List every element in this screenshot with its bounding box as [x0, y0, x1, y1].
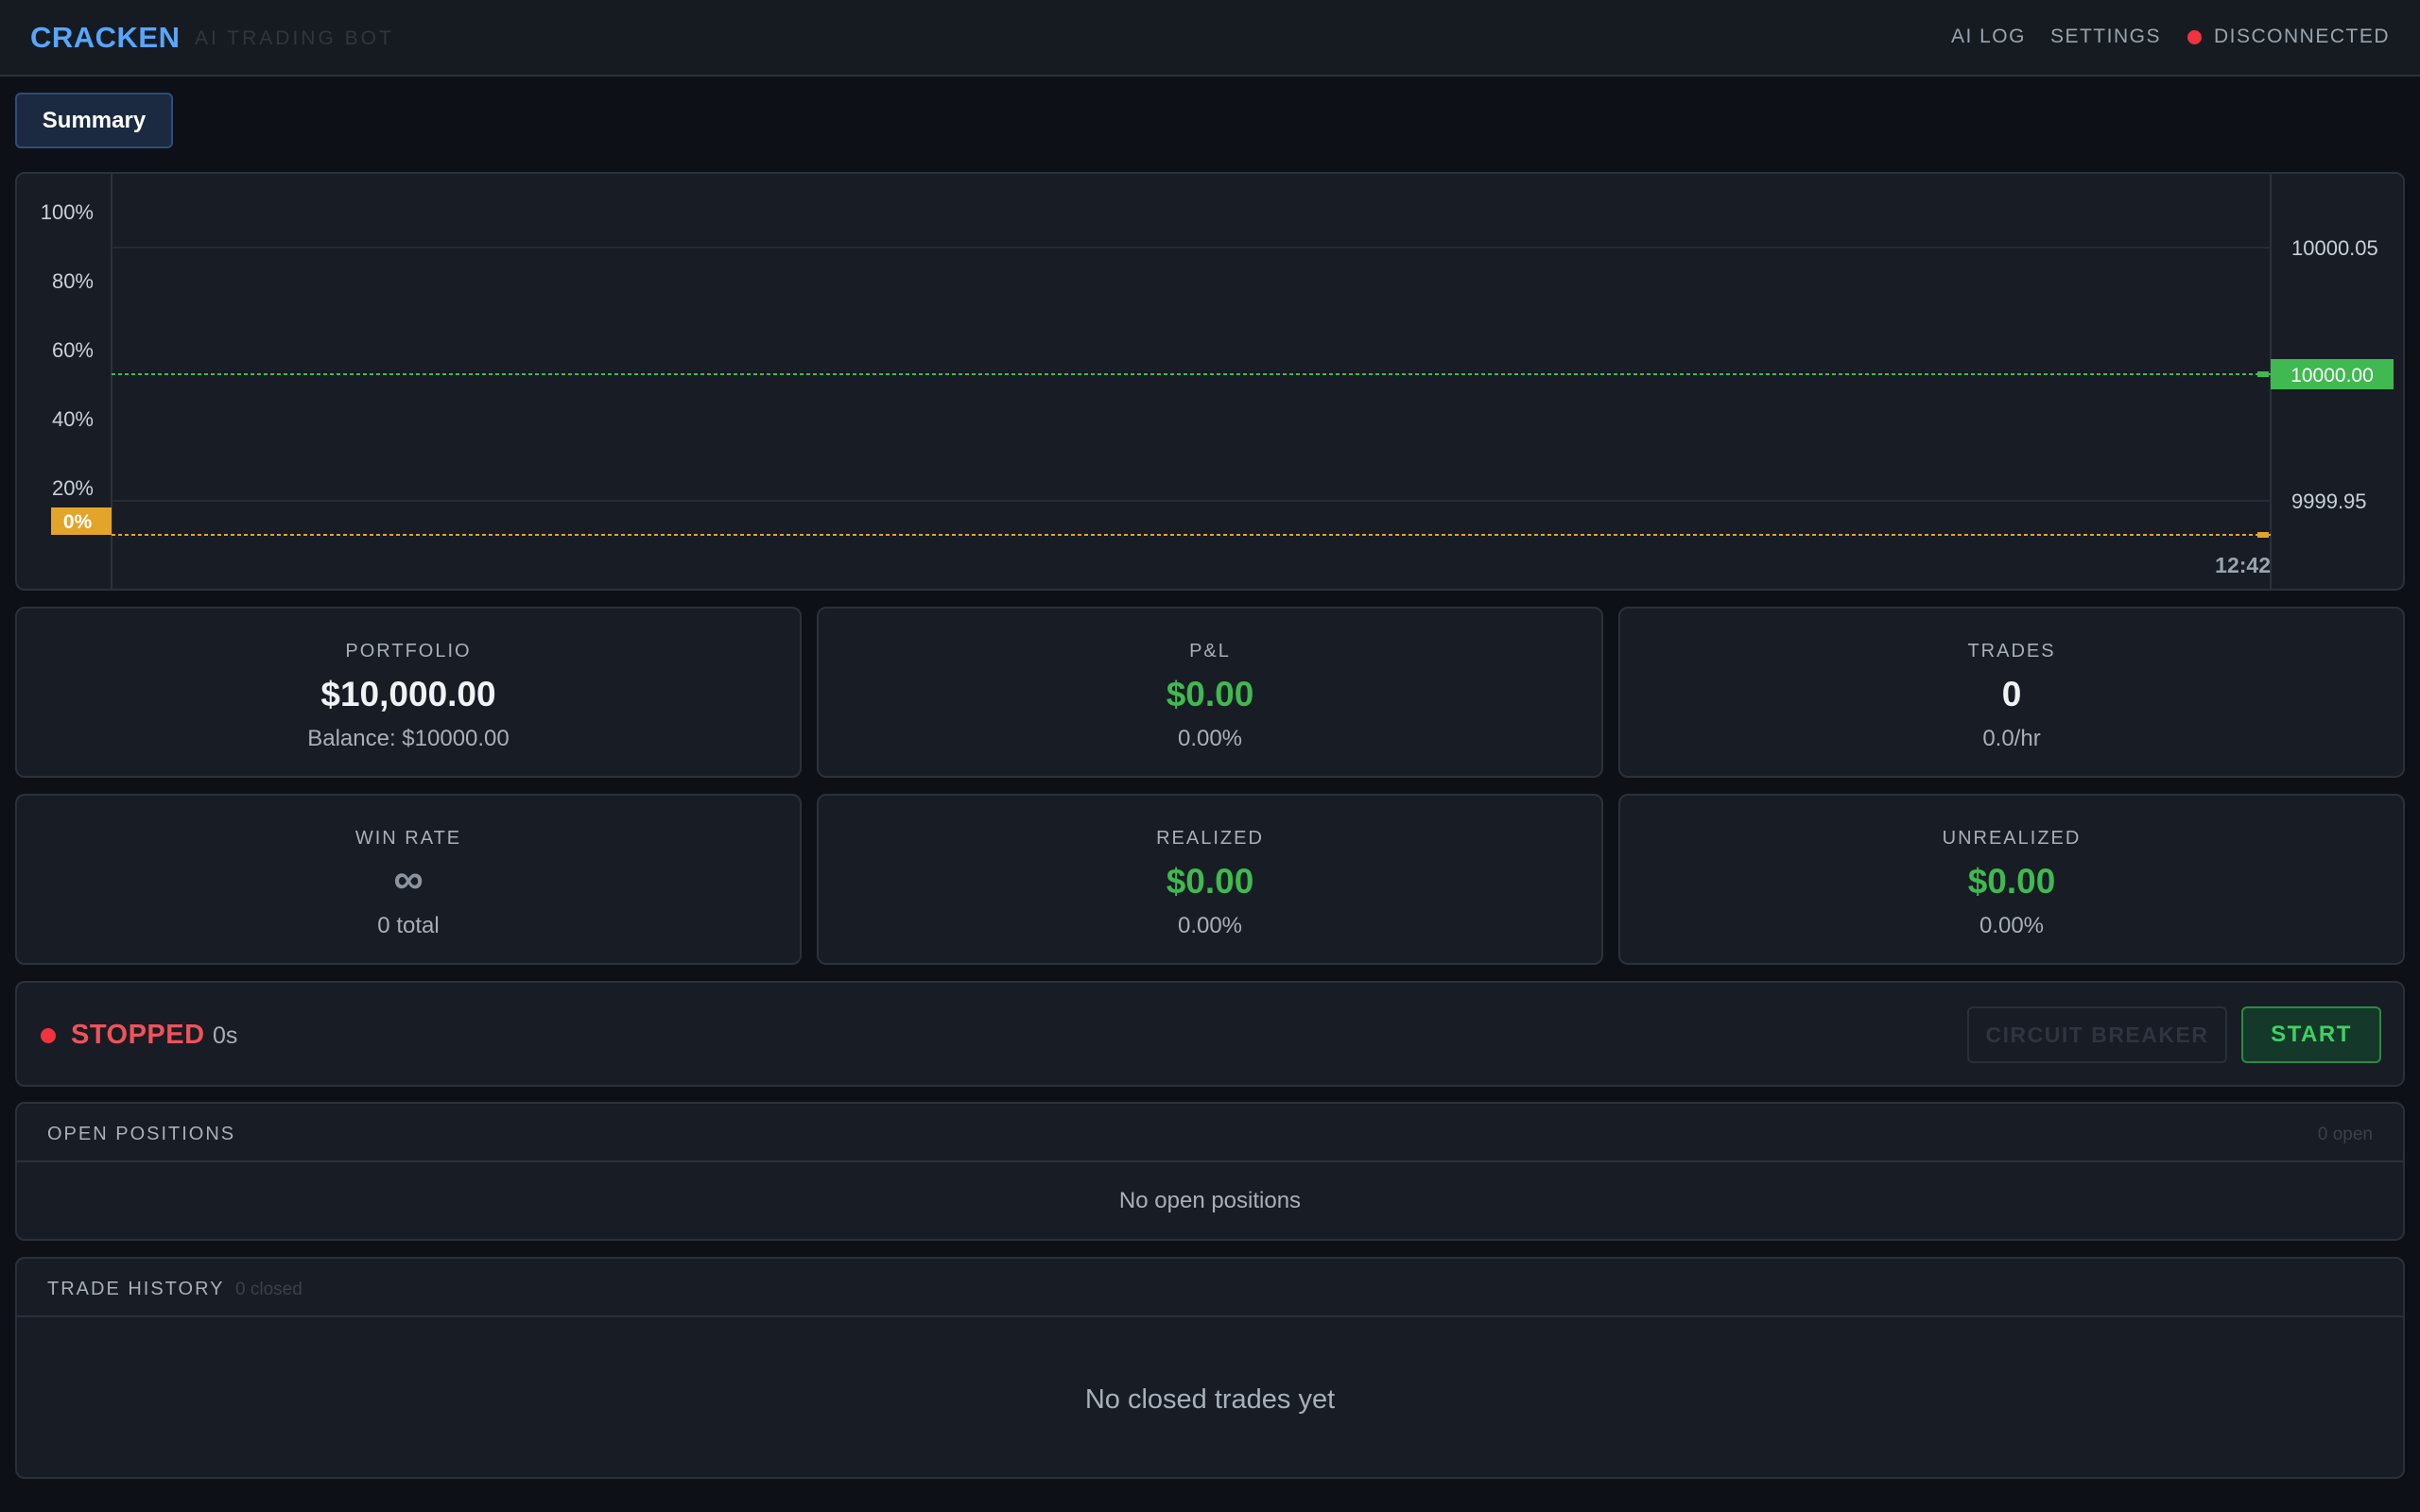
uptime: 0s	[213, 1022, 238, 1049]
chart-canvas: 10000.05 9999.95 100% 80% 60% 40% 20% 10000.00 0…	[41, 174, 2394, 589]
portfolio-balance: Balance: $10000.00	[307, 726, 510, 751]
realized-percent: 0.00%	[1177, 913, 1243, 938]
top-nav: AI LOG SETTINGS DISCONNECTED	[1951, 26, 2390, 48]
realized-value: $0.00	[1166, 862, 1254, 901]
pnl-percent: 0.00%	[1177, 726, 1243, 751]
trade-history-empty: No closed trades yet	[1084, 1384, 1336, 1415]
portfolio-current-tag-text: 10000.00	[2290, 365, 2374, 387]
portfolio-card: PORTFOLIO $10,000.00 Balance: $10000.00	[15, 607, 802, 778]
tab-summary[interactable]: Summary	[15, 93, 173, 148]
top-bar: CRACKEN AI TRADING BOT AI LOG SETTINGS D…	[0, 0, 2420, 77]
trade-history-count: 0 closed	[235, 1280, 302, 1299]
connection-status-text: DISCONNECTED	[2213, 26, 2390, 47]
trade-history-title: TRADE HISTORY	[47, 1279, 225, 1299]
unrealized-percent: 0.00%	[1979, 913, 2045, 938]
left-axis-tick: 80%	[52, 269, 94, 293]
open-positions-empty: No open positions	[1118, 1188, 1302, 1213]
status-dot-icon	[41, 1028, 56, 1043]
pnl-value: $0.00	[1166, 675, 1254, 713]
open-positions-count: 0 open	[2317, 1125, 2373, 1144]
app-subtitle: AI TRADING BOT	[195, 27, 394, 49]
portfolio-chart[interactable]: 10000.05 9999.95 100% 80% 60% 40% 20% 10000.00 0…	[15, 172, 2405, 591]
connection-status-dot-icon	[2187, 29, 2202, 44]
win-rate-value: ∞	[393, 856, 424, 902]
open-positions-panel: OPEN POSITIONS 0 open No open positions	[15, 1102, 2405, 1241]
portfolio-value: $10,000.00	[320, 675, 496, 713]
portfolio-end-marker	[2257, 371, 2269, 377]
win-rate-label: WIN RATE	[354, 828, 462, 849]
unrealized-card: UNREALIZED $0.00 0.00%	[1618, 794, 2405, 965]
trades-value: 0	[2001, 675, 2022, 713]
pnl-card: P&L $0.00 0.00%	[817, 607, 1603, 778]
realized-card: REALIZED $0.00 0.00%	[817, 794, 1603, 965]
left-axis-tick: 100%	[41, 200, 94, 224]
start-button[interactable]: START	[2241, 1006, 2381, 1063]
exposure-current-tag-text: 0%	[63, 511, 93, 533]
unrealized-label: UNREALIZED	[1942, 828, 2082, 849]
right-axis-tick: 9999.95	[2291, 490, 2367, 513]
win-rate-card: WIN RATE ∞ 0 total	[15, 794, 802, 965]
trade-history-panel: TRADE HISTORY 0 closed No closed trades …	[15, 1257, 2405, 1479]
open-positions-title: OPEN POSITIONS	[47, 1124, 236, 1144]
left-axis-tick: 40%	[52, 407, 94, 431]
settings-link[interactable]: SETTINGS	[2050, 26, 2161, 48]
trades-rate: 0.0/hr	[1982, 726, 2041, 751]
portfolio-label: PORTFOLIO	[345, 641, 472, 662]
open-positions-header: OPEN POSITIONS 0 open	[17, 1104, 2403, 1162]
circuit-breaker-button[interactable]: CIRCUIT BREAKER	[1967, 1006, 2227, 1063]
unrealized-value: $0.00	[1967, 862, 2056, 901]
trades-label: TRADES	[1967, 641, 2056, 662]
trades-card: TRADES 0 0.0/hr	[1618, 607, 2405, 778]
left-axis-tick: 20%	[52, 476, 94, 500]
ai-log-link[interactable]: AI LOG	[1951, 26, 2026, 48]
time-axis-tick: 12:42	[2215, 553, 2271, 577]
win-rate-total: 0 total	[377, 913, 440, 938]
left-axis-tick: 60%	[52, 338, 94, 362]
exposure-end-marker	[2257, 532, 2269, 538]
pnl-label: P&L	[1189, 641, 1231, 662]
brand-logo[interactable]: CRACKEN	[30, 21, 181, 55]
bot-control-bar: STOPPED 0s CIRCUIT BREAKER START	[15, 981, 2405, 1087]
bot-status: STOPPED	[71, 1020, 205, 1050]
right-axis-tick: 10000.05	[2291, 236, 2378, 260]
realized-label: REALIZED	[1156, 828, 1264, 849]
trade-history-header: TRADE HISTORY 0 closed	[17, 1259, 2403, 1317]
